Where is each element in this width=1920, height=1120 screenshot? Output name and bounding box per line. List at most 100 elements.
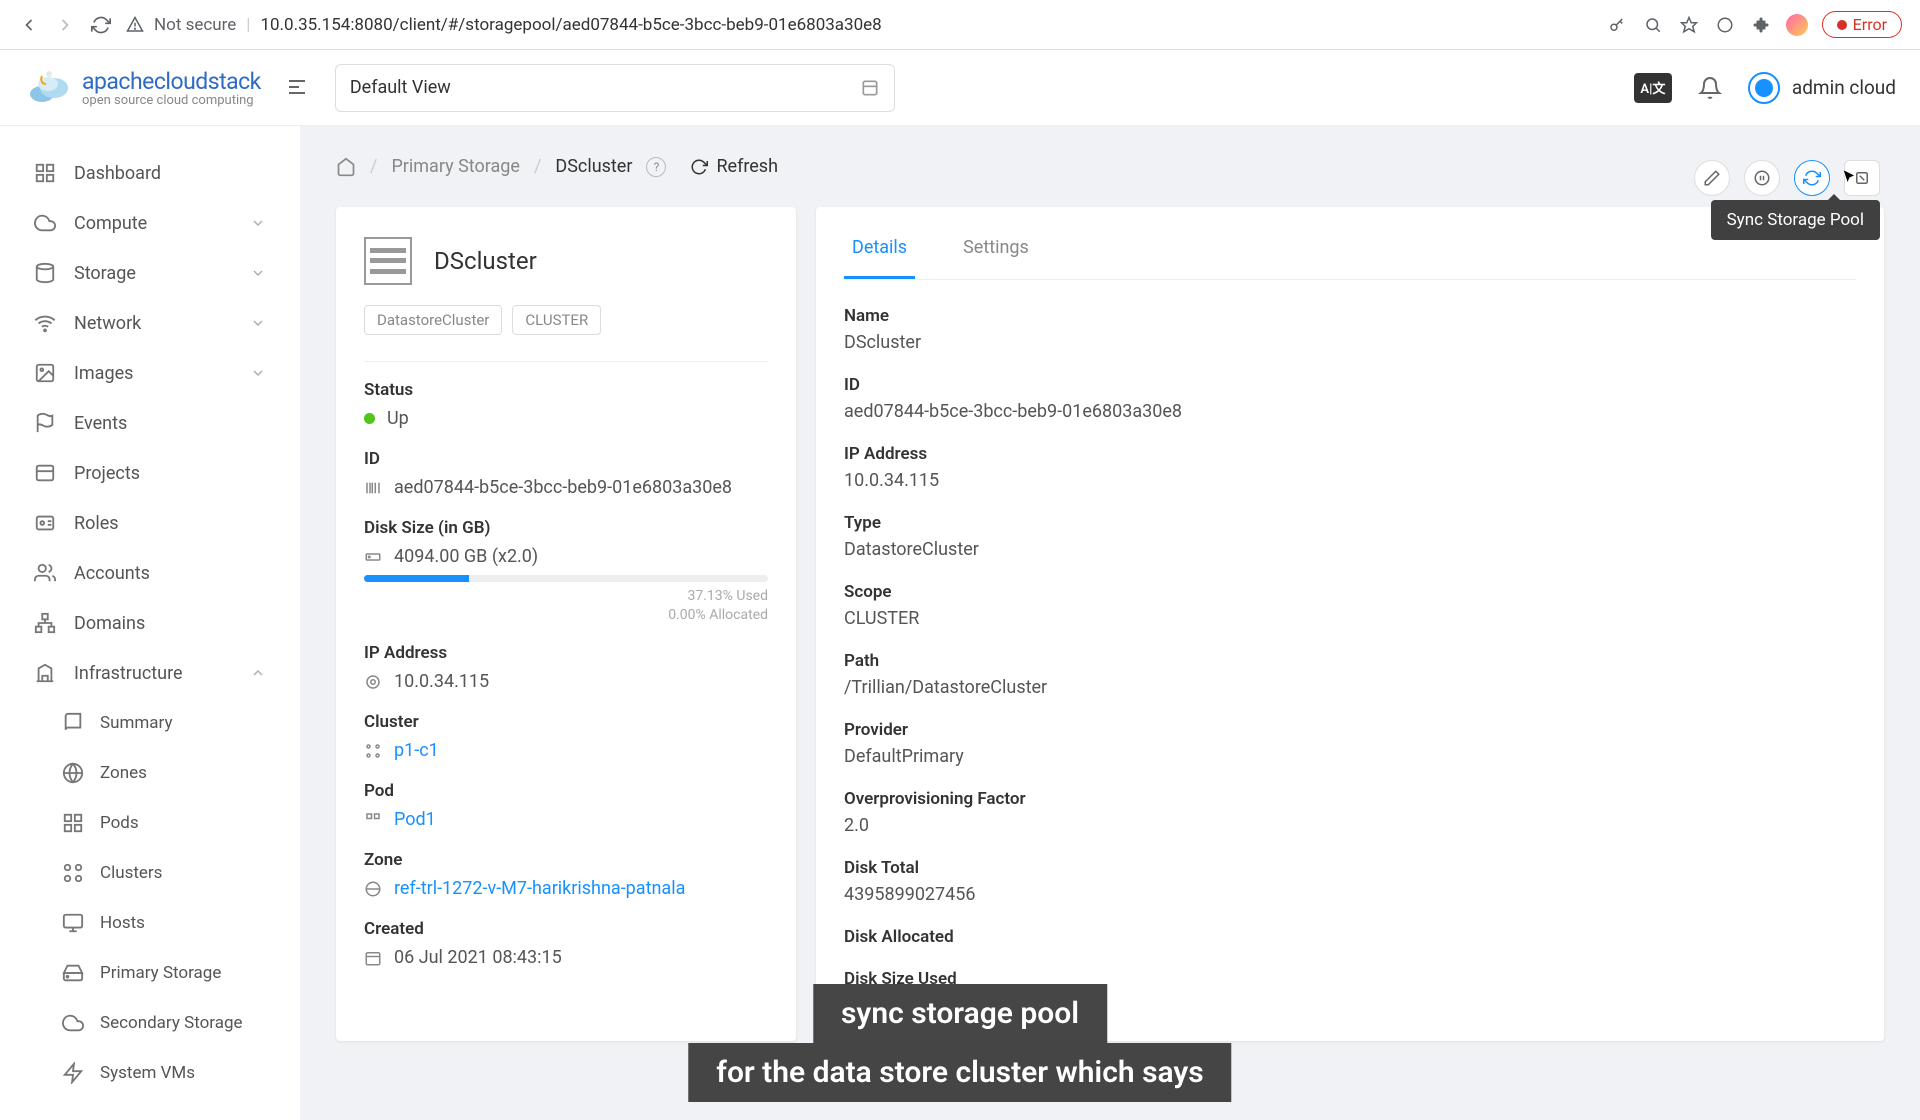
d-scope-label: Scope bbox=[844, 582, 1856, 602]
pause-button[interactable] bbox=[1744, 160, 1780, 196]
target-icon bbox=[364, 673, 382, 691]
usage-progress-bar bbox=[364, 575, 768, 582]
d-overprov-label: Overprovisioning Factor bbox=[844, 789, 1856, 809]
app-header: apachecloudstack open source cloud compu… bbox=[0, 50, 1920, 126]
ip-label: IP Address bbox=[364, 643, 768, 663]
breadcrumb-primary-storage[interactable]: Primary Storage bbox=[391, 156, 520, 177]
globe-icon bbox=[364, 880, 382, 898]
sidebar-item-dashboard[interactable]: Dashboard bbox=[0, 148, 300, 198]
status-dot-icon bbox=[364, 413, 375, 424]
disk-size-value: 4094.00 GB (x2.0) bbox=[394, 546, 538, 567]
language-button[interactable]: A|文 bbox=[1634, 73, 1672, 103]
sidebar-item-projects[interactable]: Projects bbox=[0, 448, 300, 498]
d-id-value: aed07844-b5ce-3bcc-beb9-01e6803a30e8 bbox=[844, 401, 1856, 422]
hdd-icon bbox=[62, 962, 84, 984]
chevron-down-icon bbox=[250, 215, 266, 231]
chevron-down-icon bbox=[250, 315, 266, 331]
sidebar-item-infrastructure[interactable]: Infrastructure bbox=[0, 648, 300, 698]
reload-icon bbox=[690, 158, 708, 176]
refresh-button[interactable]: Refresh bbox=[690, 156, 778, 177]
action-buttons bbox=[1694, 160, 1880, 196]
id-value: aed07844-b5ce-3bcc-beb9-01e6803a30e8 bbox=[394, 477, 732, 498]
cluster-icon bbox=[364, 742, 382, 760]
caption-line-2: for the data store cluster which says bbox=[688, 1043, 1231, 1102]
sync-button[interactable] bbox=[1794, 160, 1830, 196]
sidebar-item-primary-storage[interactable]: Primary Storage bbox=[0, 948, 300, 998]
sidebar-item-images[interactable]: Images bbox=[0, 348, 300, 398]
project-icon bbox=[860, 78, 880, 98]
sidebar-item-storage[interactable]: Storage bbox=[0, 248, 300, 298]
sidebar-label: Network bbox=[74, 313, 141, 334]
sidebar-label: Infrastructure bbox=[74, 663, 183, 684]
allocated-percent: 0.00% Allocated bbox=[668, 607, 768, 623]
bookmark-icon[interactable] bbox=[1678, 14, 1700, 36]
error-chip[interactable]: Error bbox=[1822, 11, 1902, 38]
globe-icon bbox=[62, 762, 84, 784]
view-selector[interactable]: Default View bbox=[335, 64, 895, 112]
delete-button[interactable] bbox=[1844, 160, 1880, 196]
id-label: ID bbox=[364, 449, 768, 469]
address-bar[interactable]: Not secure | 10.0.35.154:8080/client/#/s… bbox=[126, 7, 1592, 43]
notifications-icon[interactable] bbox=[1696, 74, 1724, 102]
sidebar-label: Clusters bbox=[100, 863, 162, 883]
cluster-link[interactable]: p1-c1 bbox=[394, 740, 439, 761]
sidebar-item-hosts[interactable]: Hosts bbox=[0, 898, 300, 948]
sidebar-item-zones[interactable]: Zones bbox=[0, 748, 300, 798]
d-diskalloc-label: Disk Allocated bbox=[844, 927, 1856, 947]
edit-button[interactable] bbox=[1694, 160, 1730, 196]
zoom-icon[interactable] bbox=[1642, 14, 1664, 36]
used-percent: 37.13% Used bbox=[687, 588, 768, 604]
created-value: 06 Jul 2021 08:43:15 bbox=[394, 947, 562, 968]
profile-avatar[interactable] bbox=[1786, 14, 1808, 36]
d-id-label: ID bbox=[844, 375, 1856, 395]
logo-subtitle: open source cloud computing bbox=[82, 93, 261, 108]
logo[interactable]: apachecloudstack open source cloud compu… bbox=[24, 64, 261, 112]
sidebar-label: Images bbox=[74, 363, 133, 384]
sidebar-label: Zones bbox=[100, 763, 147, 783]
summary-card: DScluster DatastoreCluster CLUSTER Statu… bbox=[336, 207, 796, 1041]
sidebar-item-compute[interactable]: Compute bbox=[0, 198, 300, 248]
sidebar-item-system-vms[interactable]: System VMs bbox=[0, 1048, 300, 1098]
d-type-label: Type bbox=[844, 513, 1856, 533]
chevron-down-icon bbox=[250, 365, 266, 381]
users-icon bbox=[34, 562, 56, 584]
sidebar-label: Domains bbox=[74, 613, 145, 634]
d-provider-label: Provider bbox=[844, 720, 1856, 740]
wifi-icon bbox=[34, 312, 56, 334]
sidebar-item-domains[interactable]: Domains bbox=[0, 598, 300, 648]
user-name: admin cloud bbox=[1792, 76, 1896, 99]
sidebar-item-clusters[interactable]: Clusters bbox=[0, 848, 300, 898]
sidebar-item-network[interactable]: Network bbox=[0, 298, 300, 348]
zone-link[interactable]: ref-trl-1272-v-M7-harikrishna-patnala bbox=[394, 878, 685, 899]
status-label: Status bbox=[364, 380, 768, 400]
key-icon[interactable] bbox=[1606, 14, 1628, 36]
pool-title: DScluster bbox=[434, 247, 537, 275]
menu-toggle-icon[interactable] bbox=[285, 75, 311, 101]
help-icon[interactable]: ? bbox=[646, 157, 666, 177]
sidebar-label: Secondary Storage bbox=[100, 1013, 243, 1033]
sidebar-item-accounts[interactable]: Accounts bbox=[0, 548, 300, 598]
sidebar-label: Events bbox=[74, 413, 127, 434]
reload-button[interactable] bbox=[90, 14, 112, 36]
sidebar-label: System VMs bbox=[100, 1063, 195, 1083]
sidebar-item-summary[interactable]: Summary bbox=[0, 698, 300, 748]
barcode-icon bbox=[364, 479, 382, 497]
tab-details[interactable]: Details bbox=[844, 237, 915, 279]
sidebar-item-events[interactable]: Events bbox=[0, 398, 300, 448]
user-menu[interactable]: admin cloud bbox=[1748, 72, 1896, 104]
pod-link[interactable]: Pod1 bbox=[394, 809, 436, 830]
d-disktotal-value: 4395899027456 bbox=[844, 884, 1856, 905]
tab-settings[interactable]: Settings bbox=[955, 237, 1037, 279]
sidebar-item-roles[interactable]: Roles bbox=[0, 498, 300, 548]
tag-datastore: DatastoreCluster bbox=[364, 305, 502, 335]
forward-button[interactable] bbox=[54, 14, 76, 36]
sidebar-item-pods[interactable]: Pods bbox=[0, 798, 300, 848]
home-icon[interactable] bbox=[336, 157, 356, 177]
browser-toolbar: Not secure | 10.0.35.154:8080/client/#/s… bbox=[0, 0, 1920, 50]
d-ip-label: IP Address bbox=[844, 444, 1856, 464]
extensions-icon[interactable] bbox=[1750, 14, 1772, 36]
back-button[interactable] bbox=[18, 14, 40, 36]
sidebar-item-secondary-storage[interactable]: Secondary Storage bbox=[0, 998, 300, 1048]
book-icon bbox=[62, 712, 84, 734]
info-icon[interactable] bbox=[1714, 14, 1736, 36]
